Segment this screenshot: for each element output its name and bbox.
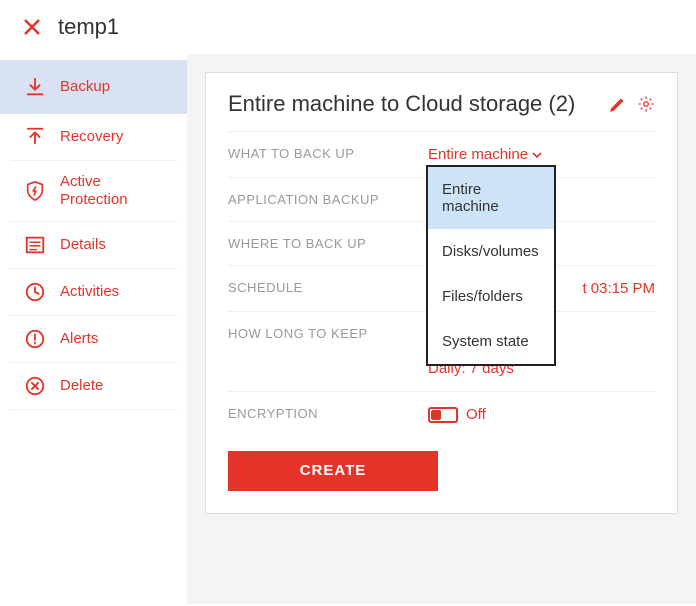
details-icon bbox=[24, 234, 46, 256]
sidebar-item-label: Active Protection bbox=[60, 173, 163, 209]
recovery-icon bbox=[24, 126, 46, 148]
sidebar-item-label: Alerts bbox=[60, 330, 98, 348]
delete-icon bbox=[24, 375, 46, 397]
dropdown-item-disks-volumes[interactable]: Disks/volumes bbox=[428, 229, 554, 274]
gear-icon[interactable] bbox=[637, 95, 655, 113]
what-to-back-up-menu: Entire machine Disks/volumes Files/folde… bbox=[426, 165, 556, 366]
sidebar-item-label: Recovery bbox=[60, 128, 123, 146]
dropdown-item-system-state[interactable]: System state bbox=[428, 319, 554, 364]
toggle-label: Off bbox=[466, 406, 486, 423]
alert-icon bbox=[24, 328, 46, 350]
row-label: ENCRYPTION bbox=[228, 406, 428, 421]
row-label: SCHEDULE bbox=[228, 280, 428, 295]
edit-icon[interactable] bbox=[609, 95, 627, 113]
sidebar-item-backup[interactable]: Backup bbox=[0, 60, 187, 114]
toggle-track bbox=[428, 407, 458, 423]
schedule-value: t 03:15 PM bbox=[582, 280, 655, 297]
close-icon[interactable] bbox=[22, 17, 42, 37]
create-button[interactable]: CREATE bbox=[228, 451, 438, 491]
sidebar-item-label: Delete bbox=[60, 377, 103, 395]
shield-icon bbox=[24, 180, 46, 202]
row-label: WHERE TO BACK UP bbox=[228, 236, 428, 251]
panel-title: Entire machine to Cloud storage (2) bbox=[228, 91, 575, 117]
sidebar-item-alerts[interactable]: Alerts bbox=[10, 316, 177, 363]
row-label: HOW LONG TO KEEP bbox=[228, 326, 428, 341]
sidebar-item-recovery[interactable]: Recovery bbox=[10, 114, 177, 161]
dropdown-item-entire-machine[interactable]: Entire machine bbox=[428, 167, 554, 229]
sidebar-item-delete[interactable]: Delete bbox=[10, 363, 177, 410]
encryption-toggle[interactable]: Off bbox=[428, 406, 486, 423]
sidebar-item-label: Details bbox=[60, 236, 106, 254]
sidebar: Backup Recovery Active Protection Detail… bbox=[0, 54, 187, 604]
sidebar-item-active-protection[interactable]: Active Protection bbox=[10, 161, 177, 222]
sidebar-item-details[interactable]: Details bbox=[10, 222, 177, 269]
sidebar-item-activities[interactable]: Activities bbox=[10, 269, 177, 316]
dropdown-value: Entire machine bbox=[428, 146, 528, 163]
sidebar-item-label: Activities bbox=[60, 283, 119, 301]
row-label: APPLICATION BACKUP bbox=[228, 192, 428, 207]
sidebar-item-label: Backup bbox=[60, 78, 110, 96]
what-to-back-up-dropdown[interactable]: Entire machine bbox=[428, 146, 542, 163]
row-encryption: ENCRYPTION Off bbox=[228, 391, 655, 441]
clock-icon bbox=[24, 281, 46, 303]
page-title: temp1 bbox=[58, 14, 119, 40]
backup-panel: Entire machine to Cloud storage (2) WHAT… bbox=[205, 72, 678, 514]
chevron-down-icon bbox=[532, 150, 542, 160]
backup-icon bbox=[24, 76, 46, 98]
row-label: WHAT TO BACK UP bbox=[228, 146, 428, 161]
header: temp1 bbox=[0, 0, 696, 54]
content-area: Entire machine to Cloud storage (2) WHAT… bbox=[187, 54, 696, 604]
dropdown-item-files-folders[interactable]: Files/folders bbox=[428, 274, 554, 319]
